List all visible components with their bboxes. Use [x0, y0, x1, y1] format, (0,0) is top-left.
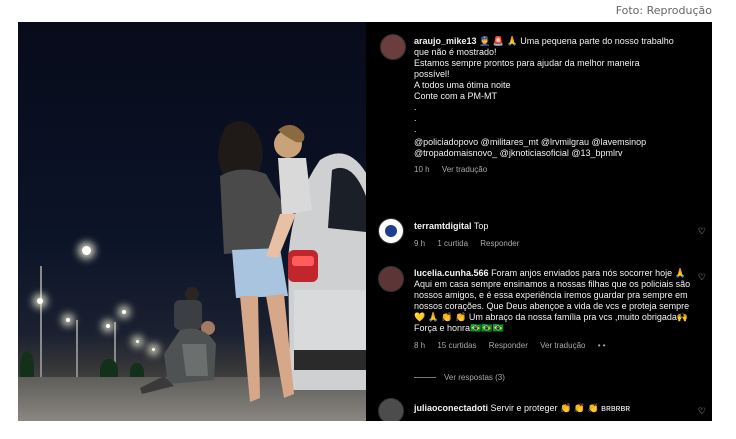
- comment-likes[interactable]: 1 curtida: [437, 239, 468, 248]
- caption-line: .: [414, 102, 417, 112]
- post-photo: [18, 22, 366, 421]
- comment-username[interactable]: terramtdigital: [414, 221, 472, 231]
- comment-username[interactable]: lucelia.cunha.566: [414, 268, 489, 278]
- see-translation-link[interactable]: Ver tradução: [540, 341, 585, 350]
- caption-mentions[interactable]: @policiadopovo @militares_mt @lrvmilgrau…: [414, 137, 694, 148]
- street-lamp: [66, 318, 70, 322]
- heart-icon[interactable]: ♡: [698, 272, 706, 283]
- comment: terramtdigital Top 9 h 1 curtida Respond…: [414, 221, 692, 249]
- reply-button[interactable]: Responder: [489, 341, 528, 350]
- caption-line: Estamos sempre prontos para ajudar da me…: [414, 58, 640, 68]
- photo-credit: Foto: Reprodução: [615, 4, 712, 17]
- comments-panel: araujo_mike13 👮 🚨 🙏 Uma pequena parte do…: [366, 22, 712, 421]
- instagram-post-embed: araujo_mike13 👮 🚨 🙏 Uma pequena parte do…: [18, 22, 712, 421]
- view-replies-button[interactable]: Ver respostas (3): [444, 372, 505, 383]
- replies-divider: [414, 377, 436, 378]
- caption-line: Conte com a PM-MT: [414, 91, 498, 101]
- caption-line: Uma pequena parte do nosso trabalho: [520, 36, 674, 46]
- more-options-icon[interactable]: • •: [598, 341, 606, 350]
- heart-icon[interactable]: ♡: [698, 406, 706, 417]
- street-lamp: [106, 324, 110, 328]
- woman-holding-child: [218, 121, 312, 402]
- caption-line: possível!: [414, 69, 450, 79]
- post-username[interactable]: araujo_mike13: [414, 36, 477, 46]
- street-lamp: [37, 298, 43, 304]
- caption-line: A todos uma ótima noite: [414, 80, 511, 90]
- heart-icon[interactable]: ♡: [698, 226, 706, 237]
- caption-emoji: 👮 🚨 🙏: [479, 36, 518, 46]
- reply-button[interactable]: Responder: [480, 239, 519, 248]
- caption-line: que não é mostrado!: [414, 47, 497, 57]
- caption-line: .: [414, 124, 417, 134]
- comment-text: Servir e proteger 👏 👏 👏 ʙʀʙʀʙʀ: [490, 403, 631, 413]
- comment-likes[interactable]: 15 curtidas: [437, 341, 476, 350]
- street-pole: [40, 266, 42, 378]
- avatar[interactable]: [378, 266, 404, 292]
- avatar-logo: [385, 225, 397, 237]
- comment: lucelia.cunha.566 Foram anjos enviados p…: [414, 268, 692, 351]
- avatar[interactable]: [380, 34, 406, 60]
- see-translation-link[interactable]: Ver tradução: [442, 165, 487, 174]
- street-lamp: [122, 310, 126, 314]
- avatar[interactable]: [378, 218, 404, 244]
- comment-text: Top: [473, 221, 489, 231]
- comment-username[interactable]: juliaoconectadoti: [414, 403, 488, 413]
- caption-line: .: [414, 113, 417, 123]
- comment: juliaoconectadoti Servir e proteger 👏 👏 …: [414, 403, 692, 414]
- street-pole: [76, 320, 78, 380]
- street-lamp: [82, 246, 91, 255]
- caption-mentions[interactable]: @tropadomaisnovo_ @jknoticiasoficial @13…: [414, 148, 694, 159]
- comment-time: 8 h: [414, 341, 426, 350]
- post-caption: araujo_mike13 👮 🚨 🙏 Uma pequena parte do…: [414, 36, 694, 175]
- post-time: 10 h: [414, 165, 430, 174]
- avatar[interactable]: [378, 398, 404, 421]
- comment-time: 9 h: [414, 239, 426, 248]
